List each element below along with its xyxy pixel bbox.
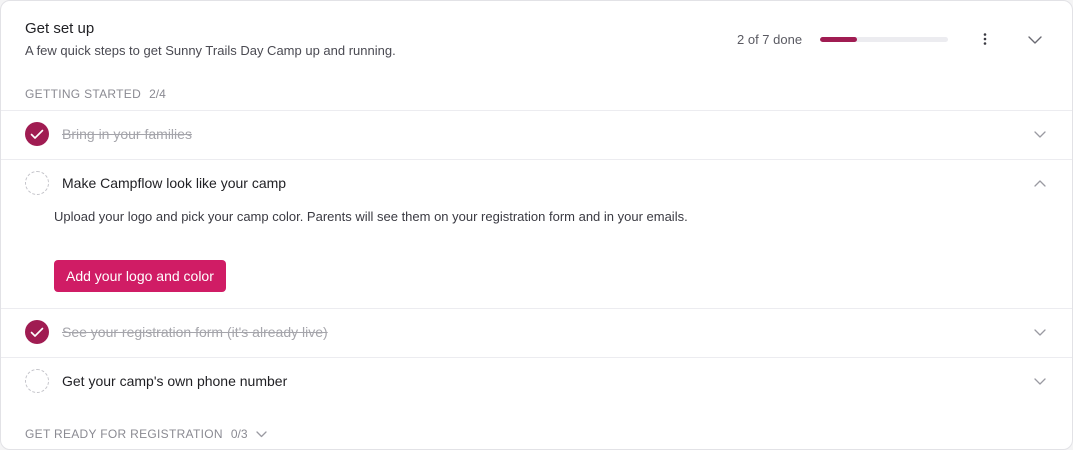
task-label: Get your camp's own phone number [62,373,288,389]
section-getting-started: GETTING STARTED 2/4 [25,87,166,101]
task-label: Bring in your families [62,126,192,142]
task-row-get-phone-number[interactable]: Get your camp's own phone number [1,357,1072,405]
chevron-down-icon [1031,373,1049,389]
setup-title: Get set up [25,20,95,37]
completed-check-icon [25,320,49,344]
progress-text: 2 of 7 done [737,32,803,47]
section-label: GETTING STARTED [25,87,142,101]
collapse-card-button[interactable] [1023,29,1047,51]
task-label: See your registration form (it's already… [62,324,328,340]
kebab-menu-icon [983,33,987,45]
chevron-down-icon [1031,126,1049,142]
setup-subtitle: A few quick steps to get Sunny Trails Da… [25,43,396,58]
section-count: 0/3 [230,427,248,441]
more-options-button[interactable] [975,29,995,49]
progress-bar [820,37,948,42]
setup-header: Get set up A few quick steps to get Sunn… [1,1,1072,79]
progress-bar-fill [820,37,857,42]
section-count: 2/4 [149,87,166,101]
incomplete-circle-icon [25,369,49,393]
chevron-down-icon [1028,36,1042,44]
chevron-down-icon [1031,324,1049,340]
chevron-down-icon [255,430,267,438]
incomplete-circle-icon [25,171,49,195]
add-logo-and-color-button[interactable]: Add your logo and color [54,260,226,292]
section-get-ready-for-registration[interactable]: GET READY FOR REGISTRATION 0/3 [25,427,267,441]
task-row-make-campflow-look[interactable]: Make Campflow look like your camp [1,159,1072,207]
setup-card: Get set up A few quick steps to get Sunn… [0,0,1073,450]
task-row-bring-in-families[interactable]: Bring in your families [1,110,1072,158]
chevron-up-icon [1031,175,1049,191]
task-description: Upload your logo and pick your camp colo… [54,209,688,224]
task-label: Make Campflow look like your camp [62,175,287,191]
task-row-see-registration-form[interactable]: See your registration form (it's already… [1,308,1072,356]
section-label: GET READY FOR REGISTRATION [25,427,223,441]
completed-check-icon [25,122,49,146]
